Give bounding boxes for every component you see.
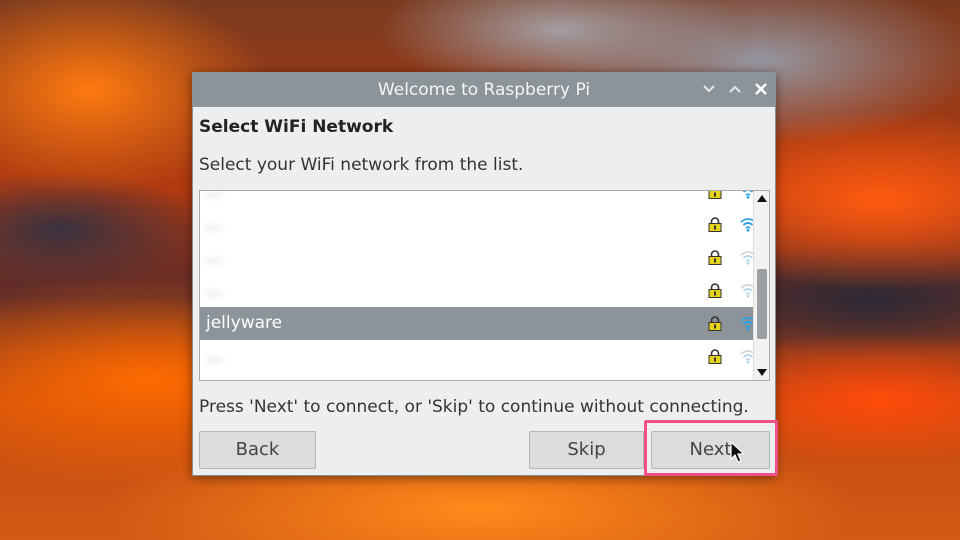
network-ssid: ... bbox=[206, 190, 223, 201]
list-scrollbar[interactable] bbox=[753, 191, 769, 380]
wifi-network-row[interactable]: ... bbox=[200, 241, 756, 274]
maximize-button[interactable] bbox=[725, 79, 745, 99]
instructions-text: Press 'Next' to connect, or 'Skip' to co… bbox=[199, 397, 749, 417]
next-button-highlight bbox=[644, 420, 778, 476]
mouse-cursor-icon bbox=[730, 441, 746, 463]
lock-icon bbox=[708, 283, 722, 298]
chevron-down-icon bbox=[703, 85, 715, 93]
skip-button[interactable]: Skip bbox=[529, 431, 644, 469]
lock-icon bbox=[708, 316, 722, 331]
wifi-network-row[interactable]: ... bbox=[200, 190, 754, 208]
scroll-up-arrow-icon[interactable] bbox=[757, 195, 767, 202]
lock-icon bbox=[708, 349, 722, 364]
network-ssid: ... bbox=[206, 280, 223, 300]
back-button[interactable]: Back bbox=[199, 431, 316, 469]
wifi-network-list[interactable]: ............ jellyware... bbox=[199, 190, 770, 381]
network-ssid: ... bbox=[206, 247, 223, 267]
wifi-network-row[interactable]: jellyware bbox=[200, 307, 756, 340]
network-ssid: ... bbox=[206, 214, 223, 234]
scroll-thumb[interactable] bbox=[757, 269, 767, 339]
wizard-window: Welcome to Raspberry Pi Select WiFi Netw… bbox=[192, 72, 776, 476]
chevron-up-icon bbox=[729, 85, 741, 93]
lock-icon bbox=[708, 217, 722, 232]
close-icon bbox=[755, 83, 767, 95]
page-description: Select your WiFi network from the list. bbox=[199, 155, 524, 175]
page-heading: Select WiFi Network bbox=[199, 117, 394, 137]
window-titlebar[interactable]: Welcome to Raspberry Pi bbox=[193, 73, 775, 107]
network-ssid: jellyware bbox=[206, 313, 283, 333]
wifi-network-row[interactable]: ... bbox=[200, 208, 756, 241]
lock-icon bbox=[708, 250, 722, 265]
minimize-button[interactable] bbox=[699, 79, 719, 99]
wifi-network-row[interactable]: ... bbox=[200, 340, 756, 373]
wifi-network-row[interactable]: ... bbox=[200, 274, 756, 307]
lock-icon bbox=[708, 191, 722, 199]
close-button[interactable] bbox=[751, 79, 771, 99]
scroll-down-arrow-icon[interactable] bbox=[757, 369, 767, 376]
window-title: Welcome to Raspberry Pi bbox=[377, 80, 591, 100]
network-ssid: ... bbox=[206, 346, 223, 366]
